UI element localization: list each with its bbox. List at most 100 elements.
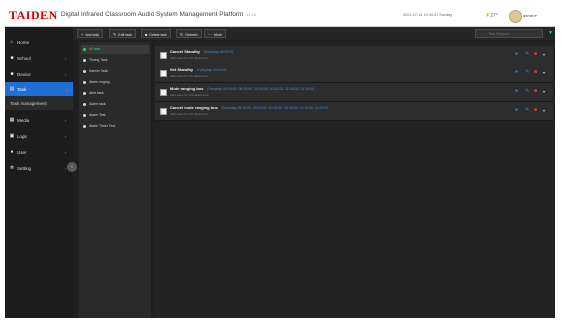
edit-icon[interactable]: ✎ [525, 89, 529, 94]
device-icon: ■ [10, 71, 14, 77]
edit-icon[interactable]: ✎ [525, 52, 529, 57]
task-row[interactable]: Set Standby Everyday 19:00:00 Alert:uses … [155, 64, 553, 83]
more-label: More [214, 33, 222, 37]
task-info: Alert:uses for: All classrooms [170, 93, 209, 97]
sidebar-item-user[interactable]: ● User › [5, 145, 73, 159]
group-item[interactable]: Interim Task [81, 67, 149, 76]
setting-icon: ✲ [9, 165, 15, 171]
dot-icon [83, 91, 86, 95]
sidebar-item-label: Logs [17, 133, 27, 139]
task-checkbox[interactable] [160, 52, 167, 59]
group-label: Alarm ringing [89, 80, 110, 84]
group-label: Alarm Test [89, 113, 106, 117]
sidebar-item-media[interactable]: ▦ Media › [5, 113, 73, 127]
caret-down-icon[interactable]: ▾ [543, 52, 545, 57]
task-schedule: Everyday 08:10:00, 09:20:00, 10:15:00, 1… [221, 106, 329, 110]
group-item[interactable]: Timing Task [81, 56, 149, 65]
task-name: Set Standby Everyday 19:00:00 [170, 67, 226, 72]
chevron-right-icon: › [65, 133, 67, 139]
task-icon: ▤ [9, 86, 15, 92]
play-icon[interactable]: ● [515, 89, 518, 94]
delete-task-label: Delete task [149, 33, 167, 37]
caret-down-icon[interactable]: ▾ [543, 70, 545, 75]
top-header: TAIDEN Digital Infrared Classroom Audio … [5, 6, 555, 27]
pencil-icon: ✎ [113, 32, 117, 37]
task-info: Alert:uses for: All classrooms [170, 74, 209, 78]
avatar[interactable] [509, 10, 522, 23]
datetime: 2021-07-14 10:44:37 Sunday [403, 13, 453, 17]
delete-task-button[interactable]: ■ Delete task [141, 29, 171, 38]
chevron-right-icon: › [65, 149, 67, 155]
sidebar-item-device[interactable]: ■ Device › [5, 67, 73, 81]
dot-icon [83, 124, 86, 128]
chevron-down-icon: ⌄ [65, 86, 69, 92]
app-title-text: Digital Infrared Classroom Audio System … [61, 11, 244, 18]
edit-icon[interactable]: ✎ [525, 108, 529, 113]
more-button[interactable]: ⋯ More [204, 29, 226, 38]
logs-icon: ▣ [9, 133, 15, 139]
task-checkbox[interactable] [160, 70, 167, 77]
user-menu[interactable]: admin▾ [523, 13, 537, 18]
group-item[interactable]: Alarm Timer Test [81, 122, 149, 131]
play-icon[interactable]: ● [515, 52, 518, 57]
group-item[interactable]: Alert task [81, 89, 149, 98]
ellipsis-icon: ⋯ [208, 32, 212, 37]
sidebar-collapse-button[interactable]: ‹ [67, 162, 77, 172]
toolbar: + Add task ✎ Edit task ■ Delete task ↻ Refre… [73, 27, 555, 40]
filter-icon[interactable]: ▼ [548, 29, 553, 38]
group-label: All task [89, 47, 101, 51]
dot-icon [83, 80, 86, 84]
dot-icon [83, 113, 86, 117]
task-name: Cancel mute ranging bus Everyday 08:10:00… [170, 105, 328, 110]
chevron-down-icon: ▾ [534, 14, 537, 18]
sidebar-item-logs[interactable]: ▣ Logs › [5, 129, 73, 143]
add-task-button[interactable]: + Add task [77, 29, 103, 38]
play-icon[interactable]: ● [515, 108, 518, 113]
task-list: Cancel Standby Everyday 08:00:00 Alert:us… [154, 42, 555, 318]
group-item[interactable]: Alarm Test [81, 111, 149, 120]
task-info: Alert:uses for: All classrooms [170, 112, 209, 116]
group-item[interactable]: All task [81, 45, 149, 54]
app-title: Digital Infrared Classroom Audio System … [61, 11, 256, 18]
sidebar-item-label: Home [17, 39, 30, 45]
home-icon: ⌂ [10, 39, 14, 45]
sidebar-item-school[interactable]: ■ School › [5, 51, 73, 65]
sidebar-item-setting[interactable]: ✲ Setting › [5, 161, 73, 175]
delete-icon[interactable]: ■ [534, 108, 537, 113]
task-row[interactable]: Cancel mute ranging bus Everyday 08:10:00… [155, 102, 553, 121]
play-icon[interactable]: ● [515, 70, 518, 75]
caret-down-icon[interactable]: ▾ [543, 108, 545, 113]
sidebar: ⌂ Home ■ School › ■ Device › ▤ Task ⌄ Task mana… [5, 27, 73, 318]
school-icon: ■ [10, 55, 14, 61]
task-row[interactable]: Cancel Standby Everyday 08:00:00 Alert:us… [155, 46, 553, 65]
search-input[interactable] [475, 29, 543, 38]
task-name: Cancel Standby Everyday 08:00:00 [170, 49, 233, 54]
group-label: Interim Task [89, 69, 108, 73]
user-icon: ● [10, 149, 14, 155]
task-row[interactable]: Mute ranging bus Everyday 09:15:00, 09:25… [155, 83, 553, 102]
delete-icon[interactable]: ■ [534, 89, 537, 94]
plus-icon: + [81, 32, 84, 37]
sidebar-item-label: Device [17, 71, 31, 77]
taiden-logo: TAIDEN [9, 8, 58, 22]
sidebar-item-home[interactable]: ⌂ Home [5, 35, 73, 49]
sidebar-item-task-management[interactable]: Task management [5, 96, 73, 110]
weather: ☀27° [485, 12, 498, 19]
dot-icon [83, 69, 86, 73]
task-schedule: Everyday 09:15:00, 09:25:00, 10:10:00, 1… [207, 87, 314, 91]
chevron-right-icon: › [65, 117, 67, 123]
group-item[interactable]: Alarm ringing [81, 78, 149, 87]
delete-icon[interactable]: ■ [534, 70, 537, 75]
edit-icon[interactable]: ✎ [525, 70, 529, 75]
edit-task-button[interactable]: ✎ Edit task [109, 29, 136, 38]
refresh-icon: ↻ [180, 32, 184, 37]
task-checkbox[interactable] [160, 89, 167, 96]
task-checkbox[interactable] [160, 108, 167, 115]
caret-down-icon[interactable]: ▾ [543, 89, 545, 94]
sidebar-item-label: Task management [10, 100, 47, 106]
dot-icon [83, 47, 86, 51]
refresh-button[interactable]: ↻ Refresh [176, 29, 202, 38]
group-item[interactable]: Alarm task [81, 100, 149, 109]
delete-icon[interactable]: ■ [534, 52, 537, 57]
sidebar-item-task[interactable]: ▤ Task ⌄ [5, 82, 73, 96]
